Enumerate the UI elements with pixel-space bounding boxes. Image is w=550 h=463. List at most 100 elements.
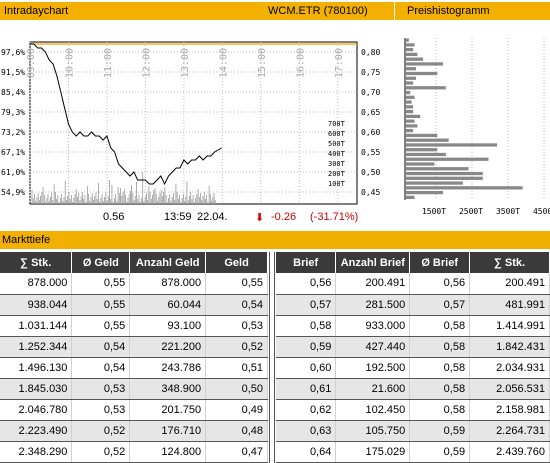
bid-table: ∑ Stk. Ø Geld Anzahl Geld Geld 878.000 0,… xyxy=(0,252,268,463)
histogram-bar xyxy=(406,157,489,161)
bid-table-row: 1.845.030 0,53 348.900 0,50 xyxy=(0,378,268,400)
histogram-bar xyxy=(406,152,446,157)
bid-table-cell: 2.046.780 xyxy=(0,399,73,421)
histogram-bar xyxy=(406,167,469,171)
ask-table-row: 0,63 105.750 0,59 2.264.731 xyxy=(276,420,550,442)
ask-table-cell: 427.440 xyxy=(335,336,411,358)
histogram-tick-label: 2500T xyxy=(459,207,483,216)
ask-table-row: 0,64 175.029 0,59 2.439.760 xyxy=(276,441,550,463)
histogram-bar xyxy=(406,52,418,57)
price-tick-label: 0,50 xyxy=(361,168,380,177)
percent-tick-label: 97,6% xyxy=(1,48,25,57)
bid-table-cell: 0,54 xyxy=(71,336,131,358)
histogram-bar xyxy=(406,62,443,66)
histogram-bar xyxy=(406,148,438,152)
ask-table-cell: 102.450 xyxy=(335,399,411,421)
bid-table-row: 2.348.290 0,52 124.800 0,47 xyxy=(0,441,268,463)
ask-table-cell: 0,63 xyxy=(276,420,337,442)
histogram-bar xyxy=(406,81,414,85)
down-arrow-icon: ⬇ xyxy=(255,212,265,224)
ask-table-row: 0,58 933.000 0,58 1.414.991 xyxy=(276,315,550,337)
bid-table-cell: 0,55 xyxy=(71,294,131,316)
bid-table-cell: 0,52 xyxy=(205,336,268,358)
volume-tick-label: 100T xyxy=(328,180,346,188)
bid-table-cell: 1.252.344 xyxy=(0,336,73,358)
price-histogram: 1500T 2500T 3500T 4500T xyxy=(400,20,550,220)
bid-table-cell: 938.044 xyxy=(0,294,73,316)
bid-table-body: 878.000 0,55 878.000 0,55 938.044 0,55 60.044 0… xyxy=(0,273,268,463)
bid-table-row: 1.252.344 0,54 221.200 0,52 xyxy=(0,336,268,358)
intraday-chart: 09:00 10:00 11:00 12:00 13:00 14:00 15:00 16:00… xyxy=(0,20,394,228)
bid-table-row: 1.031.144 0,55 93.100 0,53 xyxy=(0,315,268,337)
price-change-percent: (-31.71%) xyxy=(310,211,359,223)
percent-tick-label: 91,5% xyxy=(1,68,25,77)
time-tick-label: 10:00 xyxy=(64,48,75,78)
bid-table-row: 938.044 0,55 60.044 0,54 xyxy=(0,294,268,316)
intraday-chart-svg: 09:00 10:00 11:00 12:00 13:00 14:00 15:00 16:00… xyxy=(1,41,380,205)
volume-tick-label: 500T xyxy=(328,140,346,148)
intraday-chart-header: Intradaychart WCM.ETR (780100) xyxy=(0,2,394,20)
ask-header-row: Brief Anzahl Brief Ø Brief ∑ Stk. xyxy=(276,252,550,273)
histogram-bar xyxy=(406,119,415,123)
last-trade-time: 13:59 xyxy=(164,211,192,223)
time-tick-label: 09:00 xyxy=(26,48,37,78)
ask-table-cell: 0,64 xyxy=(276,441,337,463)
ask-table-cell: 0,59 xyxy=(409,420,471,442)
bid-table-cell: 93.100 xyxy=(129,315,207,337)
ask-table-cell: 192.500 xyxy=(335,357,411,379)
intraday-symbol: WCM.ETR (780100) xyxy=(268,5,368,17)
histogram-bar xyxy=(406,133,438,138)
market-depth-header: Markttiefe xyxy=(0,231,550,249)
bid-table-cell: 0,48 xyxy=(205,420,268,442)
ask-table-cell: 200.491 xyxy=(469,273,550,295)
bid-header-bid: Geld xyxy=(205,252,268,273)
ask-table-cell: 0,58 xyxy=(276,315,337,337)
ask-table-cell: 0,56 xyxy=(409,273,471,295)
ask-table-body: 0,56 200.491 0,56 200.491 0,57 281.500 0,57 481… xyxy=(276,273,550,463)
price-tick-label: 0,65 xyxy=(361,108,380,117)
histogram-bar xyxy=(406,86,446,90)
ask-table: Brief Anzahl Brief Ø Brief ∑ Stk. 0,56 20… xyxy=(276,252,550,463)
last-trade-info: 0.56 13:59 22.04. ⬇ -0.26 (-31.71%) xyxy=(0,210,394,226)
ask-table-row: 0,61 21.600 0,58 2.056.531 xyxy=(276,378,550,400)
ask-table-cell: 0,62 xyxy=(276,399,337,421)
ask-table-cell: 1.414.991 xyxy=(469,315,550,337)
histogram-tick-label: 3500T xyxy=(496,207,520,216)
ask-table-cell: 0,58 xyxy=(409,399,471,421)
ask-table-cell: 2.056.531 xyxy=(469,378,550,400)
ask-header-avg-ask: Ø Brief xyxy=(409,252,471,273)
ask-table-row: 0,62 102.450 0,58 2.158.981 xyxy=(276,399,550,421)
ask-table-cell: 105.750 xyxy=(335,420,411,442)
ask-table-cell: 2.264.731 xyxy=(469,420,550,442)
percent-tick-label: 79,3% xyxy=(1,108,25,117)
bid-header-cum-qty: ∑ Stk. xyxy=(0,252,73,273)
bid-table-cell: 0,52 xyxy=(71,420,131,442)
price-tick-label: 0,60 xyxy=(361,128,380,137)
time-tick-label: 14:00 xyxy=(218,48,229,78)
ask-table-cell: 0,61 xyxy=(276,378,337,400)
ask-table-cell: 0,57 xyxy=(276,294,337,316)
percent-tick-label: 67,1% xyxy=(1,148,25,157)
bid-table-cell: 0,50 xyxy=(205,378,268,400)
market-depth-title: Markttiefe xyxy=(2,234,51,246)
bid-table-cell: 176.710 xyxy=(129,420,207,442)
histogram-bar xyxy=(406,105,414,109)
ask-table-cell: 21.600 xyxy=(335,378,411,400)
time-tick-label: 12:00 xyxy=(141,48,152,78)
histogram-bar xyxy=(406,38,409,42)
histogram-bar xyxy=(406,129,414,133)
histogram-bar xyxy=(406,43,415,47)
ask-table-row: 0,60 192.500 0,58 2.034.931 xyxy=(276,357,550,379)
bid-table-row: 2.223.490 0,52 176.710 0,48 xyxy=(0,420,268,442)
ask-table-cell: 175.029 xyxy=(335,441,411,463)
histogram-bar xyxy=(406,48,414,52)
book-divider xyxy=(269,252,275,463)
ask-table-cell: 0,59 xyxy=(276,336,337,358)
price-tick-label: 0,80 xyxy=(361,48,380,57)
bid-table-cell: 2.223.490 xyxy=(0,420,73,442)
chart-plot-area xyxy=(29,41,358,205)
ask-table-cell: 1.842.431 xyxy=(469,336,550,358)
bid-table-cell: 0,52 xyxy=(71,441,131,463)
intraday-title: Intradaychart xyxy=(4,5,69,17)
ask-table-cell: 2.158.981 xyxy=(469,399,550,421)
